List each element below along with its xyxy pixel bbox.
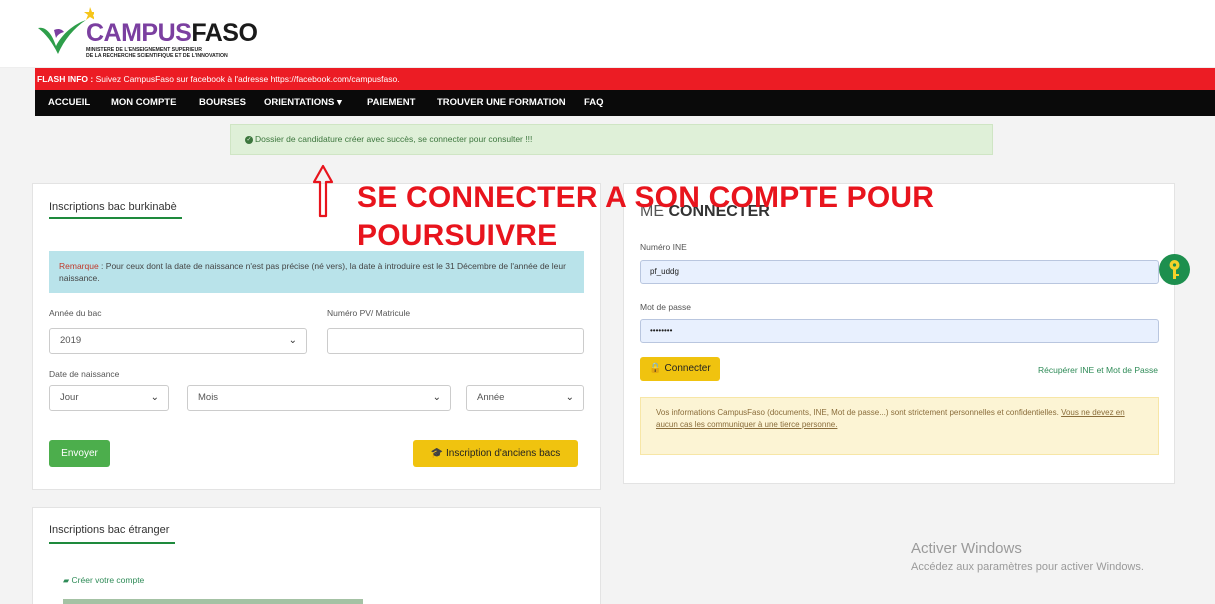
check-circle-icon: ✓ <box>245 135 253 144</box>
nav-item-mon-compte[interactable]: MON COMPTE <box>111 90 176 116</box>
annee-bac-select[interactable]: 2019 ⌄ <box>49 328 307 354</box>
key-glyph-icon <box>1169 260 1180 279</box>
annee-bac-value: 2019 <box>60 335 82 346</box>
annee-select[interactable]: Année ⌄ <box>466 385 584 411</box>
flash-info-bar: FLASH INFO : Suivez CampusFaso sur faceb… <box>35 68 1215 90</box>
lock-icon: 🔒 <box>649 363 662 374</box>
nav-item-faq[interactable]: FAQ <box>584 90 604 116</box>
pv-matricule-label: Numéro PV/ Matricule <box>327 308 411 318</box>
nav-item-accueil[interactable]: ACCUEIL <box>48 90 90 116</box>
windows-watermark-title: Activer Windows <box>911 540 1022 557</box>
chevron-down-icon: ⌄ <box>432 392 441 403</box>
envoyer-button[interactable]: Envoyer <box>49 440 110 467</box>
chevron-down-icon: ⌄ <box>150 392 159 403</box>
ministry-name: MINISTERE DE L'ENSEIGNEMENT SUPERIEUR DE… <box>86 47 228 59</box>
main-nav: ACCUEIL MON COMPTE BOURSES ORIENTATIONS … <box>35 90 1215 116</box>
title-underline <box>49 217 182 219</box>
ine-input[interactable]: pf_uddg <box>640 260 1159 284</box>
warning-text: Vos informations CampusFaso (documents, … <box>656 408 1062 417</box>
folder-open-icon: ▰ <box>63 576 70 585</box>
nav-item-orientations[interactable]: ORIENTATIONS ▾ <box>264 90 342 116</box>
date-naissance-label: Date de naissance <box>49 369 120 379</box>
nav-item-trouver-formation[interactable]: TROUVER UNE FORMATION <box>437 90 566 116</box>
nav-item-paiement[interactable]: PAIEMENT <box>367 90 415 116</box>
panel-title-etranger: Inscriptions bac étranger <box>49 524 170 536</box>
password-input[interactable]: •••••••• <box>640 319 1159 343</box>
campusfaso-logo[interactable]: CAMPUSFASO MINISTERE DE L'ENSEIGNEMENT S… <box>34 6 274 66</box>
remarque-box: Remarque : Pour ceux dont la date de nai… <box>49 251 584 293</box>
creer-compte-link[interactable]: ▰ Créer votre compte <box>63 575 144 585</box>
mois-value: Mois <box>198 392 219 403</box>
mois-select[interactable]: Mois ⌄ <box>187 385 451 411</box>
title-underline <box>49 542 175 544</box>
annotation-line-2: POURSUIVRE <box>357 219 558 252</box>
recover-link[interactable]: Récupérer INE et Mot de Passe <box>1038 365 1158 375</box>
creer-compte-label: Créer votre compte <box>71 575 145 585</box>
brand-name: CAMPUSFASO <box>86 19 258 47</box>
logo-swoosh-icon <box>38 7 94 54</box>
windows-watermark-subtitle: Accédez aux paramètres pour activer Wind… <box>911 561 1144 573</box>
remarque-label: Remarque <box>59 261 99 271</box>
nav-item-bourses[interactable]: BOURSES <box>199 90 246 116</box>
panel-bac-etranger: Inscriptions bac étranger ▰ Créer votre … <box>32 507 601 604</box>
password-label: Mot de passe <box>640 302 692 312</box>
chevron-down-icon: ⌄ <box>288 335 297 346</box>
connecter-button[interactable]: 🔒 Connecter <box>640 357 720 381</box>
pv-matricule-input[interactable] <box>327 328 584 354</box>
chevron-down-icon: ⌄ <box>565 392 574 403</box>
key-icon[interactable] <box>1159 254 1190 285</box>
jour-select[interactable]: Jour ⌄ <box>49 385 169 411</box>
ine-value: pf_uddg <box>650 267 679 276</box>
remarque-text: : Pour ceux dont la date de naissance n'… <box>59 261 566 283</box>
flash-text: Suivez CampusFaso sur facebook à l'adres… <box>93 74 400 84</box>
panel-login: ME CONNECTER Numéro INE pf_uddg Mot de p… <box>623 183 1175 484</box>
ine-label: Numéro INE <box>640 242 687 252</box>
success-alert: ✓ Dossier de candidature créer avec succè… <box>230 124 993 155</box>
connecter-label: Connecter <box>664 363 711 374</box>
annee-value: Année <box>477 392 505 403</box>
flash-label: FLASH INFO : <box>37 74 94 84</box>
confidentiality-warning: Vos informations CampusFaso (documents, … <box>640 397 1159 455</box>
site-header: CAMPUSFASO MINISTERE DE L'ENSEIGNEMENT S… <box>0 0 1215 68</box>
graduation-cap-icon: 🎓 <box>430 448 444 459</box>
anciens-bacs-button[interactable]: 🎓 Inscription d'anciens bacs <box>413 440 578 467</box>
annee-bac-label: Année du bac <box>49 308 102 318</box>
truncated-link[interactable] <box>63 599 363 604</box>
success-alert-text: Dossier de candidature créer avec succès… <box>255 134 533 144</box>
annotation-arrow-icon <box>312 164 334 221</box>
anciens-bacs-label: Inscription d'anciens bacs <box>446 448 561 459</box>
jour-value: Jour <box>60 392 79 403</box>
password-value: •••••••• <box>650 326 673 335</box>
annotation-line-1: SE CONNECTER A SON COMPTE POUR <box>357 181 935 214</box>
panel-title-burkinabe: Inscriptions bac burkinabè <box>49 201 177 213</box>
